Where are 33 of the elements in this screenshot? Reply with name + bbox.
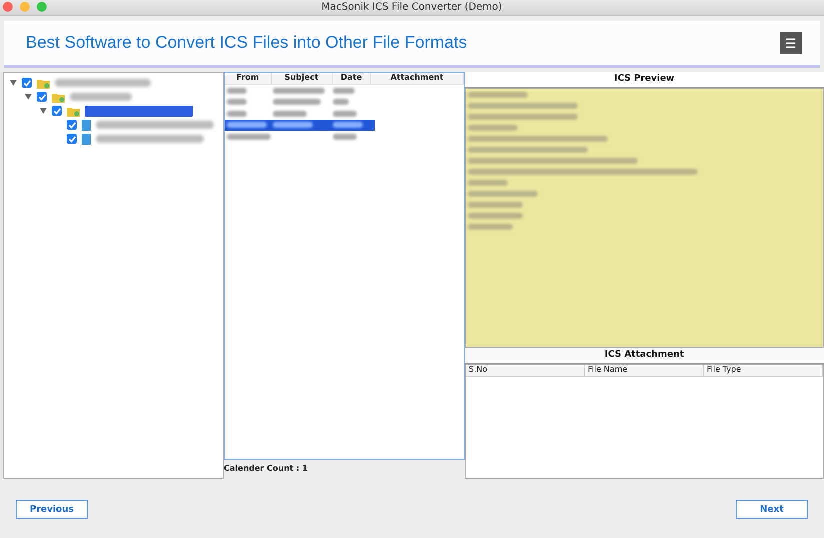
- column-header[interactable]: File Name: [585, 365, 704, 376]
- expand-triangle-icon[interactable]: [25, 94, 32, 100]
- menu-button[interactable]: ☰: [780, 32, 802, 54]
- window-title: MacSonik ICS File Converter (Demo): [322, 2, 502, 13]
- column-header[interactable]: Subject: [272, 73, 333, 84]
- close-button[interactable]: [3, 2, 13, 12]
- checkbox[interactable]: [22, 78, 32, 88]
- expand-triangle-icon[interactable]: [40, 108, 47, 114]
- blurred-label[interactable]: [85, 106, 193, 116]
- previous-button[interactable]: Previous: [16, 500, 88, 519]
- file-icon: [82, 120, 91, 130]
- column-header[interactable]: From: [225, 73, 272, 84]
- folder-icon: [52, 92, 65, 102]
- zoom-button[interactable]: [37, 2, 47, 12]
- minimize-button[interactable]: [20, 2, 30, 12]
- file-icon: [82, 134, 91, 144]
- checkbox[interactable]: [67, 134, 77, 144]
- calendar-count: Calender Count : 1: [224, 463, 309, 475]
- column-header[interactable]: Date: [332, 73, 372, 84]
- attachment-title: ICS Attachment: [465, 348, 824, 364]
- column-header[interactable]: File Type: [704, 365, 823, 376]
- column-header[interactable]: S.No: [466, 365, 585, 376]
- preview-title: ICS Preview: [465, 72, 824, 88]
- expand-triangle-icon[interactable]: [10, 80, 17, 86]
- folder-icon: [37, 78, 50, 88]
- checkbox[interactable]: [52, 106, 62, 116]
- folder-icon: [67, 106, 80, 116]
- checkbox[interactable]: [67, 120, 77, 130]
- next-button[interactable]: Next: [736, 500, 808, 519]
- column-header[interactable]: Attachment: [371, 73, 464, 84]
- calendar-row[interactable]: [225, 120, 375, 131]
- app-heading: Best Software to Convert ICS Files into Other File Formats: [26, 33, 468, 53]
- checkbox[interactable]: [37, 92, 47, 102]
